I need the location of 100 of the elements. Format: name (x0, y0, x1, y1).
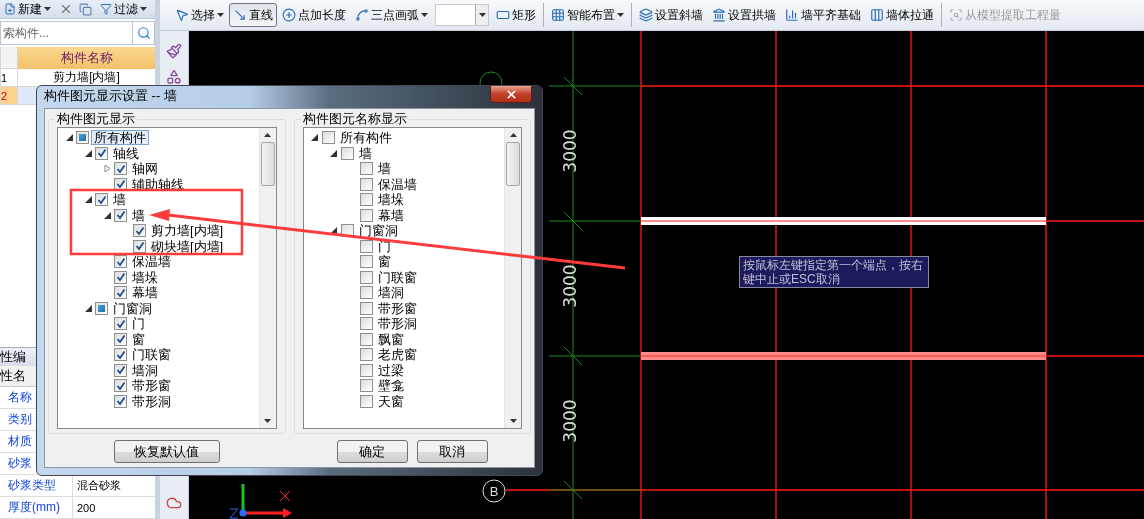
checkbox[interactable] (114, 286, 127, 300)
tree-item[interactable]: 所有构件 (336, 130, 395, 146)
tool-button[interactable]: 设置斜墙 (635, 3, 707, 27)
tree-item[interactable]: 墙垛 (374, 192, 407, 208)
expanded-triangle-icon[interactable] (330, 149, 337, 157)
checkbox[interactable] (359, 301, 373, 315)
tree-item[interactable]: 过梁 (374, 362, 407, 378)
checkbox[interactable] (114, 317, 127, 331)
tree-item[interactable]: 所有构件 (91, 130, 149, 146)
checkbox[interactable] (359, 332, 373, 346)
tool-button[interactable]: 点加长度 (278, 3, 350, 27)
close-button[interactable] (490, 86, 532, 103)
checkbox[interactable] (114, 270, 127, 284)
tree-item[interactable]: 天窗 (374, 393, 407, 409)
tree-item[interactable]: 带形窗 (374, 300, 420, 316)
checkbox[interactable] (359, 239, 373, 253)
table-cell[interactable] (18, 87, 38, 105)
dialog-button[interactable]: 确定 (336, 440, 408, 463)
expanded-triangle-icon[interactable] (311, 134, 318, 142)
expanded-triangle-icon[interactable] (84, 304, 92, 312)
tree-item[interactable]: 轴线 (110, 145, 142, 161)
expanded-triangle-icon[interactable] (84, 149, 92, 157)
checkbox[interactable] (359, 348, 373, 362)
tree-item[interactable]: 墙 (129, 207, 148, 223)
checkbox[interactable] (95, 301, 108, 315)
checkbox[interactable] (359, 286, 373, 300)
tree-item[interactable]: 轴网 (129, 161, 161, 177)
checkbox[interactable] (359, 255, 373, 269)
tree-item[interactable]: 门 (129, 316, 148, 332)
expanded-triangle-icon[interactable] (84, 196, 92, 204)
combo-field[interactable] (435, 4, 489, 26)
tree-item[interactable]: 墙洞 (374, 285, 407, 301)
tool-button[interactable]: 选择 (171, 3, 228, 27)
tree-item[interactable]: 老虎窗 (374, 347, 420, 363)
tree-item[interactable]: 飘窗 (374, 331, 407, 347)
checkbox[interactable] (114, 208, 127, 222)
checkbox[interactable] (321, 131, 335, 145)
tree-item[interactable]: 墙 (110, 192, 129, 208)
reset-button[interactable]: 恢复默认值 (113, 440, 220, 463)
checkbox[interactable] (76, 131, 89, 145)
tree-item[interactable]: 保温墙 (129, 254, 174, 270)
tree-item[interactable]: 门窗洞 (355, 223, 401, 239)
menu-button[interactable]: 过滤 (98, 1, 149, 17)
checkbox[interactable] (95, 146, 108, 160)
checkbox[interactable] (359, 363, 373, 377)
checkbox[interactable] (133, 224, 146, 238)
shapes-icon[interactable] (166, 69, 182, 85)
checkbox[interactable] (114, 379, 127, 393)
checkbox[interactable] (359, 317, 373, 331)
checkbox[interactable] (340, 146, 354, 160)
checkbox[interactable] (359, 208, 373, 222)
search-button[interactable] (133, 21, 155, 45)
menu-button[interactable]: 新建 (2, 1, 53, 17)
checkbox[interactable] (114, 332, 127, 346)
tree-item[interactable]: 门 (374, 238, 394, 254)
scrollbar[interactable] (504, 128, 521, 428)
tree-item[interactable]: 带形洞 (374, 316, 420, 332)
search-field[interactable]: 索构件... (0, 21, 133, 45)
checkbox[interactable] (359, 394, 373, 408)
tree-item[interactable]: 幕墙 (374, 207, 407, 223)
copy-icon[interactable] (79, 2, 92, 16)
tree-item[interactable]: 窗 (129, 331, 148, 347)
cloud-icon[interactable] (166, 495, 182, 511)
checkbox[interactable] (114, 162, 127, 176)
tool-button[interactable]: 三点画弧 (351, 3, 432, 27)
tool-button[interactable]: 墙体拉通 (866, 3, 938, 27)
scroll-thumb[interactable] (260, 142, 275, 186)
property-value[interactable]: 200 (73, 497, 155, 518)
tree-item[interactable]: 墙垛 (129, 269, 161, 285)
checkbox[interactable] (133, 239, 146, 253)
checkbox[interactable] (359, 177, 373, 191)
tree-item[interactable]: 幕墙 (129, 285, 161, 301)
checkbox[interactable] (359, 379, 373, 393)
tree-item[interactable]: 墙 (355, 145, 375, 161)
checkbox[interactable] (114, 255, 127, 269)
checkbox[interactable] (114, 348, 127, 362)
row-number[interactable]: 1 (0, 69, 18, 87)
tool-button[interactable]: 设置拱墙 (708, 3, 780, 27)
expanded-triangle-icon[interactable] (330, 227, 337, 235)
collapsed-triangle-icon[interactable] (103, 165, 111, 173)
scrollbar[interactable] (258, 128, 276, 428)
property-value[interactable]: 混合砂浆 (73, 475, 155, 496)
checkbox[interactable] (359, 162, 373, 176)
tree-item[interactable]: 门窗洞 (110, 300, 155, 316)
checkbox[interactable] (114, 394, 127, 408)
tree-item[interactable]: 窗 (374, 254, 394, 270)
tool-button[interactable]: 直线 (229, 3, 277, 27)
brush-icon[interactable] (166, 43, 182, 59)
expanded-triangle-icon[interactable] (103, 211, 111, 219)
checkbox[interactable] (114, 363, 127, 377)
tree-item[interactable]: 保温墙 (374, 176, 420, 192)
row-number[interactable]: 2 (0, 87, 18, 105)
tool-button[interactable]: 矩形 (492, 3, 540, 27)
tree-item[interactable]: 墙 (374, 161, 394, 177)
checkbox[interactable] (359, 270, 373, 284)
expanded-triangle-icon[interactable] (65, 134, 73, 142)
delete-icon[interactable] (59, 2, 73, 16)
tree-item[interactable]: 带形洞 (129, 393, 174, 409)
checkbox[interactable] (359, 193, 373, 207)
dialog-button[interactable]: 取消 (416, 440, 488, 463)
